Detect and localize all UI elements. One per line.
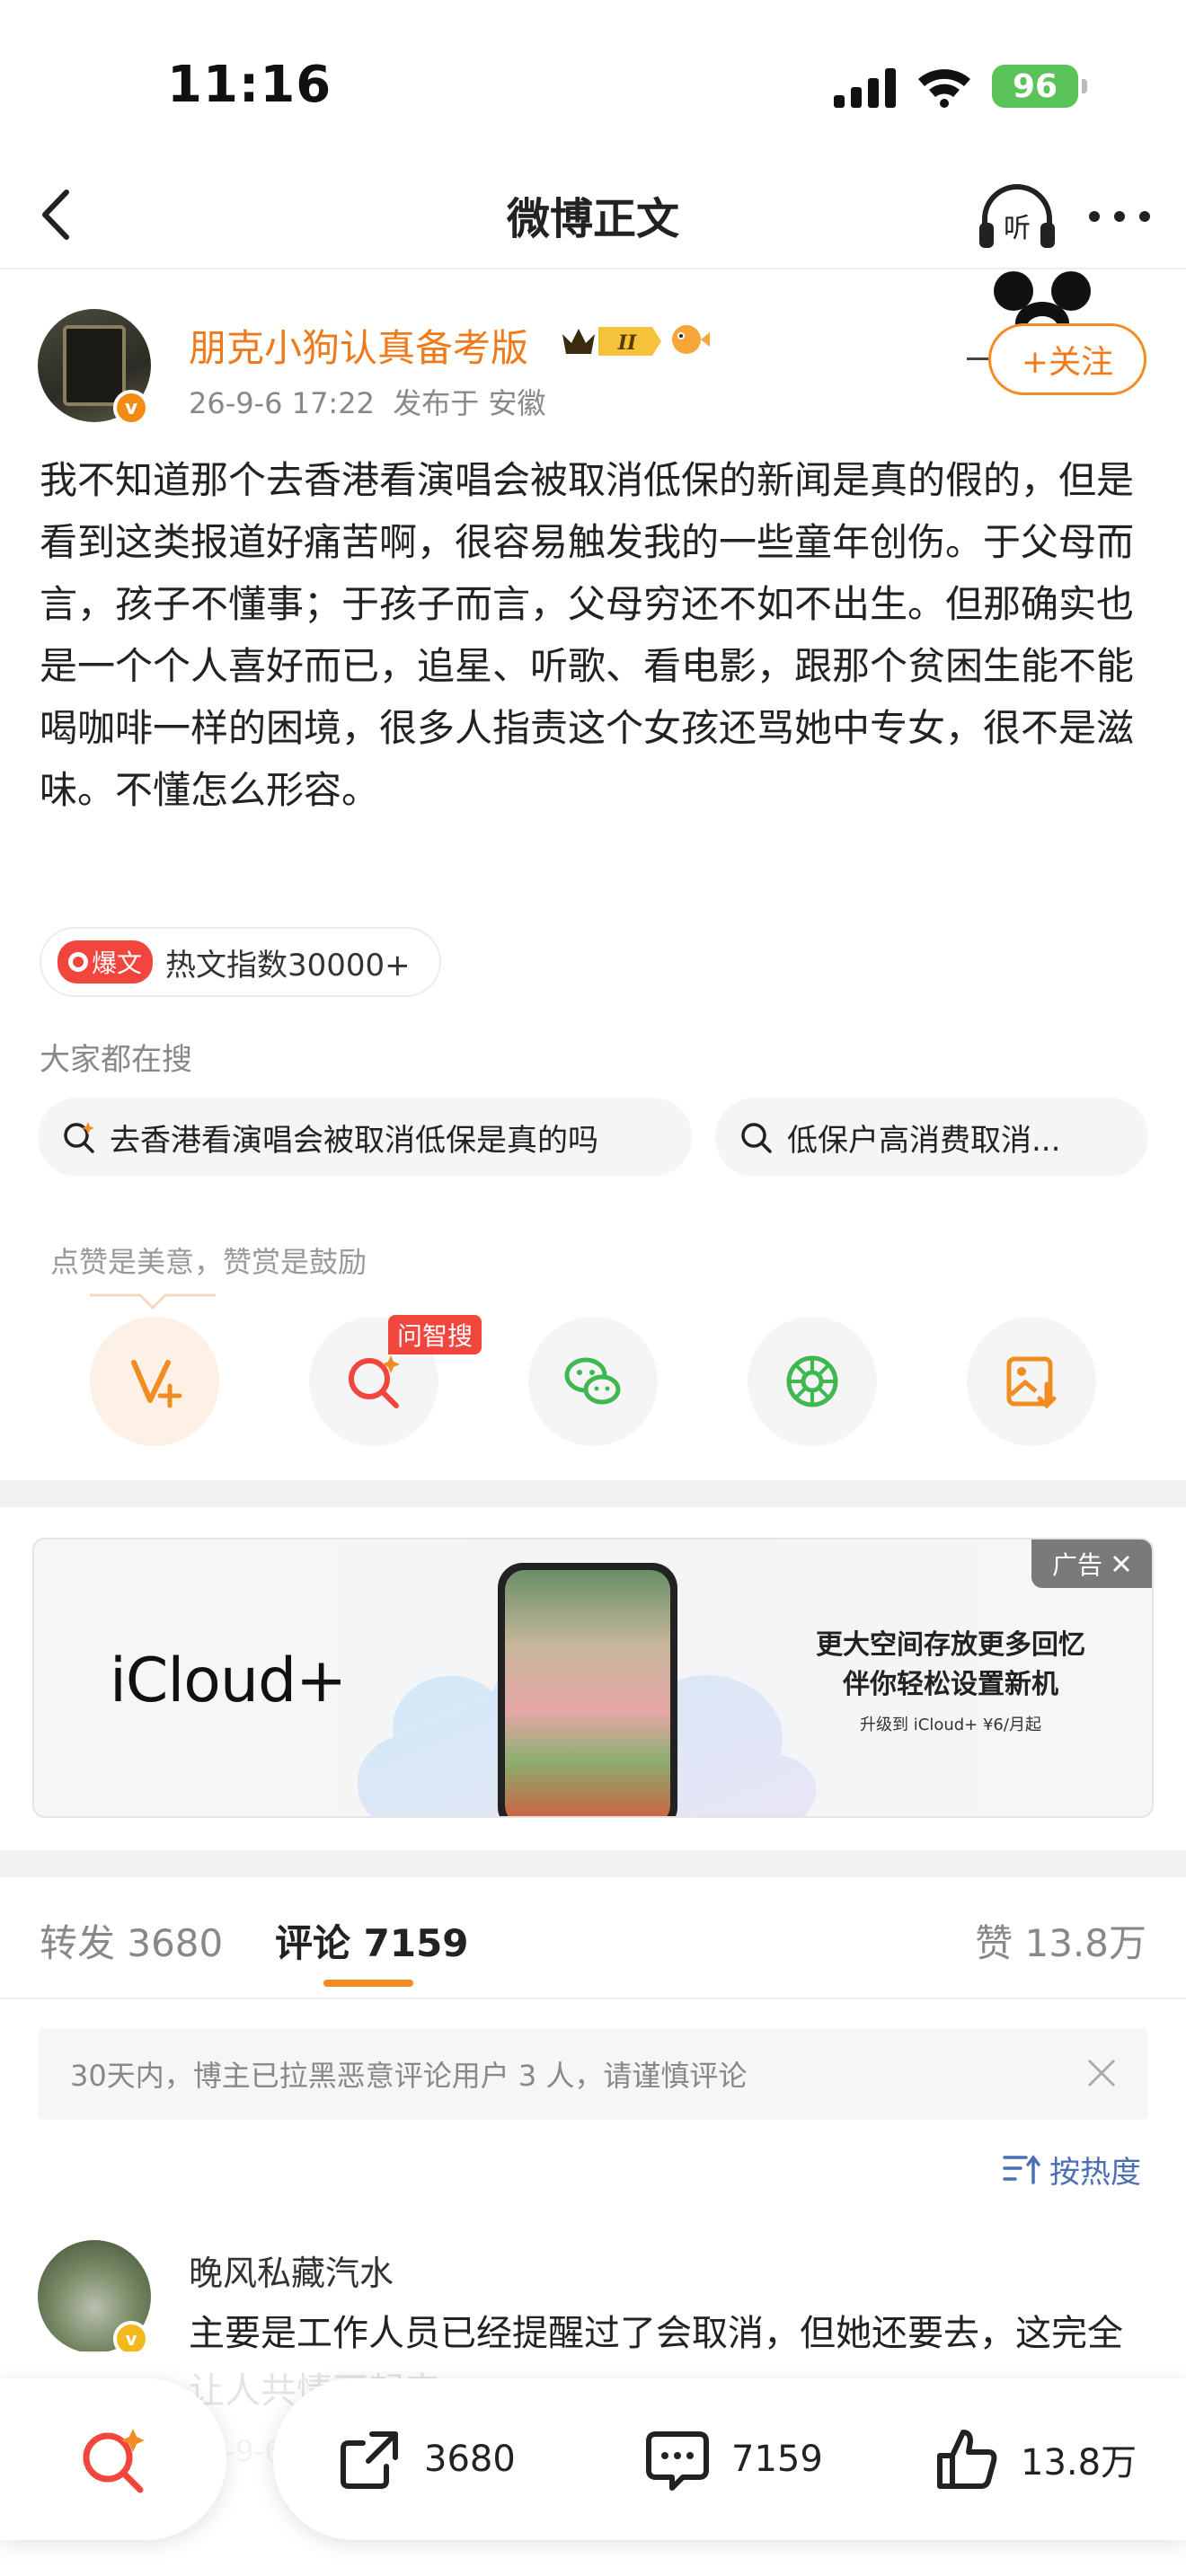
post-time: 26-9-6 17:22 bbox=[189, 386, 375, 420]
status-time: 11:16 bbox=[167, 56, 332, 114]
sort-icon bbox=[1003, 2155, 1040, 2184]
ad-headline-line-1: 更大空间存放更多回忆 bbox=[816, 1629, 1085, 1661]
repost-count: 3680 bbox=[424, 2439, 516, 2480]
status-bar: 11:16 96 bbox=[0, 0, 1186, 162]
close-icon[interactable] bbox=[1111, 1554, 1131, 1574]
ad-label-text: 广告 bbox=[1051, 1550, 1102, 1580]
author-header: v 朋克小狗认真备考版 II 26-9-6 17:22 发布于 安徽 +关注 bbox=[0, 271, 1186, 431]
more-options-icon[interactable] bbox=[1084, 192, 1155, 241]
hot-index-label: 热文指数30000+ bbox=[165, 947, 411, 984]
ai-search-button[interactable] bbox=[0, 2378, 226, 2540]
tip-caret-icon bbox=[90, 1293, 216, 1310]
save-image-icon bbox=[1006, 1356, 1057, 1409]
hot-badge-label: 爆文 bbox=[92, 948, 143, 978]
active-tab-indicator bbox=[323, 1980, 413, 1987]
tab-repost[interactable]: 转发 3680 bbox=[40, 1913, 223, 1968]
save-image-button[interactable] bbox=[967, 1317, 1096, 1446]
share-icon bbox=[341, 2431, 398, 2489]
sort-by-hot-button[interactable]: 按热度 bbox=[1003, 2147, 1141, 2192]
like-count: 13.8万 bbox=[1021, 2442, 1137, 2483]
battery-level: 96 bbox=[1012, 67, 1058, 105]
section-divider bbox=[0, 1480, 1186, 1507]
ai-search-icon bbox=[83, 2429, 145, 2493]
reward-button[interactable] bbox=[90, 1317, 219, 1446]
post-body: 我不知道那个去香港看演唱会被取消低保的新闻是真的假的，但是看到这类报道好痛苦啊，… bbox=[40, 458, 1135, 812]
listen-label: 听 bbox=[1004, 213, 1031, 244]
vip-level: II bbox=[617, 331, 637, 355]
ad-headline-line-2: 伴你轻松设置新机 bbox=[843, 1669, 1058, 1700]
comment-button[interactable]: 7159 bbox=[643, 2378, 823, 2540]
close-icon[interactable] bbox=[1084, 2055, 1120, 2091]
section-divider bbox=[0, 1850, 1186, 1877]
ad-subline: 升级到 iCloud+ ¥6/月起 bbox=[860, 1716, 1041, 1734]
wifi-icon bbox=[918, 69, 970, 108]
battery-indicator: 96 bbox=[992, 65, 1087, 108]
follow-button[interactable]: +关注 bbox=[988, 323, 1146, 395]
comment-count: 7159 bbox=[731, 2439, 823, 2480]
commenter-name[interactable]: 晚风私藏汽水 bbox=[189, 2245, 394, 2295]
ad-label[interactable]: 广告 bbox=[1031, 1539, 1152, 1588]
author-name[interactable]: 朋克小狗认真备考版 bbox=[189, 318, 528, 373]
tab-likes[interactable]: 赞 13.8万 bbox=[975, 1913, 1146, 1968]
like-button[interactable]: 13.8万 bbox=[933, 2378, 1137, 2540]
share-wechat-button[interactable] bbox=[528, 1317, 658, 1446]
search-chip-1-label: 去香港看演唱会被取消低保是真的吗 bbox=[110, 1122, 598, 1159]
search-chip-2[interactable]: 低保户高消费取消... bbox=[715, 1098, 1148, 1177]
sort-label: 按热度 bbox=[1049, 2154, 1141, 2191]
ask-ai-badge: 问智搜 bbox=[388, 1315, 482, 1354]
reward-tip: 点赞是美意，赞赏是鼓励 bbox=[50, 1245, 367, 1279]
share-moments-button[interactable] bbox=[748, 1317, 877, 1446]
pufferfish-icon bbox=[672, 325, 710, 354]
phone-image bbox=[498, 1563, 677, 1816]
search-chip-2-label: 低保户高消费取消... bbox=[787, 1122, 1061, 1159]
nav-bar: 微博正文 听 bbox=[0, 162, 1186, 269]
post-location: 发布于 安徽 bbox=[393, 386, 546, 420]
bottom-action-bar: 3680 7159 13.8万 bbox=[0, 2351, 1186, 2576]
follow-connector bbox=[967, 357, 988, 360]
ad-brand: iCloud+ bbox=[110, 1645, 347, 1716]
verified-icon: v bbox=[113, 390, 149, 426]
ad-banner[interactable]: iCloud+ 更大空间存放更多回忆 伴你轻松设置新机 升级到 iCloud+ … bbox=[32, 1538, 1154, 1818]
hot-badge: 爆文 bbox=[58, 940, 154, 984]
reward-icon bbox=[131, 1360, 182, 1408]
hot-index-tag[interactable]: 爆文 热文指数30000+ bbox=[40, 927, 441, 997]
ai-search-icon bbox=[64, 1122, 94, 1153]
notice-text: 30天内，博主已拉黑恶意评论用户 3 人，请谨慎评论 bbox=[70, 2059, 748, 2093]
tab-comments[interactable]: 评论 7159 bbox=[275, 1913, 469, 1968]
moments-icon bbox=[786, 1355, 838, 1407]
thumbs-up-icon bbox=[937, 2430, 997, 2489]
search-icon bbox=[741, 1123, 772, 1153]
engagement-tabs: 转发 3680 评论 7159 赞 13.8万 bbox=[0, 1877, 1186, 1999]
repost-button[interactable]: 3680 bbox=[336, 2378, 516, 2540]
ad-headline: 更大空间存放更多回忆 伴你轻松设置新机 bbox=[780, 1626, 1121, 1705]
post-meta: 26-9-6 17:22 发布于 安徽 bbox=[189, 381, 545, 422]
vip-level-badge-icon: II bbox=[562, 327, 661, 356]
search-chip-1[interactable]: 去香港看演唱会被取消低保是真的吗 bbox=[38, 1098, 692, 1177]
comment-notice: 30天内，博主已拉黑恶意评论用户 3 人，请谨慎评论 bbox=[38, 2028, 1148, 2120]
flame-icon bbox=[68, 952, 88, 972]
action-pill: 3680 7159 13.8万 bbox=[273, 2378, 1186, 2540]
ai-search-icon bbox=[349, 1355, 400, 1408]
headphones-icon: 听 bbox=[979, 184, 1055, 248]
trending-search-title: 大家都在搜 bbox=[40, 1042, 192, 1078]
comment-icon bbox=[646, 2431, 709, 2491]
listen-button[interactable]: 听 bbox=[974, 180, 1060, 255]
cellular-signal-icon bbox=[834, 68, 896, 108]
wechat-icon bbox=[564, 1357, 621, 1405]
